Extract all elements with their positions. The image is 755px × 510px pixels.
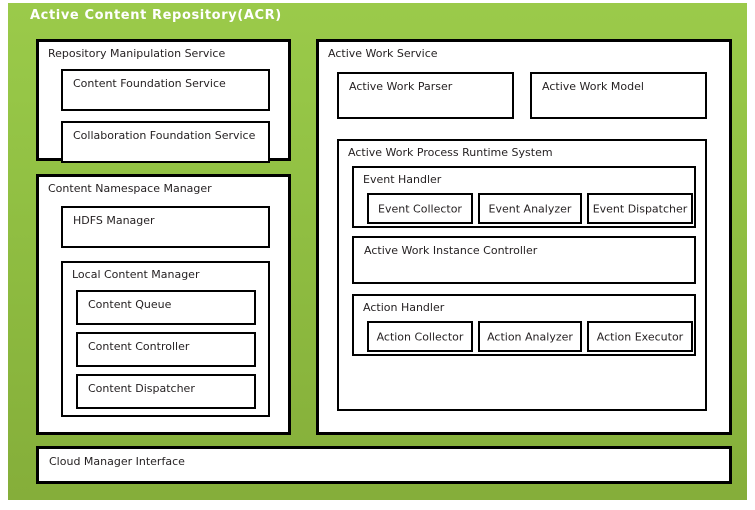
action-handler-box[interactable]: Action Handler Action Collector Action A… bbox=[352, 294, 696, 356]
content-queue-box[interactable]: Content Queue bbox=[76, 290, 256, 325]
page-title: Active Content Repository(ACR) bbox=[30, 8, 282, 23]
cloud-manager-interface-box[interactable]: Cloud Manager Interface bbox=[36, 446, 732, 484]
action-analyzer-box[interactable]: Action Analyzer bbox=[478, 321, 582, 352]
event-analyzer-box[interactable]: Event Analyzer bbox=[478, 193, 582, 224]
event-analyzer-label: Event Analyzer bbox=[488, 202, 572, 215]
hdfs-manager-label: HDFS Manager bbox=[73, 214, 155, 227]
active-work-service-box[interactable]: Active Work Service Active Work Parser A… bbox=[316, 39, 732, 435]
content-foundation-service-box[interactable]: Content Foundation Service bbox=[61, 69, 270, 111]
content-queue-label: Content Queue bbox=[88, 298, 172, 311]
local-content-manager-box[interactable]: Local Content Manager Content Queue Cont… bbox=[61, 261, 270, 417]
active-work-instance-controller-label: Active Work Instance Controller bbox=[364, 244, 538, 257]
repository-manipulation-service-box[interactable]: Repository Manipulation Service Content … bbox=[36, 39, 291, 163]
content-controller-box[interactable]: Content Controller bbox=[76, 332, 256, 367]
action-collector-label: Action Collector bbox=[376, 330, 464, 343]
event-dispatcher-box[interactable]: Event Dispatcher bbox=[587, 193, 693, 224]
content-namespace-manager-label: Content Namespace Manager bbox=[48, 182, 212, 195]
event-collector-box[interactable]: Event Collector bbox=[367, 193, 473, 224]
content-foundation-service-label: Content Foundation Service bbox=[73, 77, 226, 90]
cloud-manager-interface-label: Cloud Manager Interface bbox=[49, 455, 185, 468]
active-work-parser-box[interactable]: Active Work Parser bbox=[337, 72, 514, 119]
content-namespace-manager-box[interactable]: Content Namespace Manager HDFS Manager L… bbox=[36, 174, 291, 435]
event-collector-label: Event Collector bbox=[378, 202, 462, 215]
architecture-diagram: Active Content Repository(ACR) Repositor… bbox=[0, 0, 755, 510]
active-work-process-runtime-system-label: Active Work Process Runtime System bbox=[348, 146, 553, 159]
local-content-manager-label: Local Content Manager bbox=[72, 268, 200, 281]
action-executor-label: Action Executor bbox=[596, 330, 684, 343]
action-collector-box[interactable]: Action Collector bbox=[367, 321, 473, 352]
repository-manipulation-service-label: Repository Manipulation Service bbox=[48, 47, 226, 60]
event-handler-label: Event Handler bbox=[363, 173, 442, 186]
action-executor-box[interactable]: Action Executor bbox=[587, 321, 693, 352]
collaboration-foundation-service-box[interactable]: Collaboration Foundation Service bbox=[61, 121, 270, 163]
action-analyzer-label: Action Analyzer bbox=[487, 330, 573, 343]
acr-outer-panel: Active Content Repository(ACR) Repositor… bbox=[8, 3, 747, 500]
content-dispatcher-label: Content Dispatcher bbox=[88, 382, 195, 395]
active-work-parser-label: Active Work Parser bbox=[349, 80, 453, 93]
hdfs-manager-box[interactable]: HDFS Manager bbox=[61, 206, 270, 248]
collaboration-foundation-service-label: Collaboration Foundation Service bbox=[73, 129, 256, 142]
active-work-model-box[interactable]: Active Work Model bbox=[530, 72, 707, 119]
active-work-process-runtime-system-box[interactable]: Active Work Process Runtime System Event… bbox=[337, 139, 707, 411]
active-work-service-label: Active Work Service bbox=[328, 47, 438, 60]
content-controller-label: Content Controller bbox=[88, 340, 190, 353]
content-dispatcher-box[interactable]: Content Dispatcher bbox=[76, 374, 256, 409]
event-dispatcher-label: Event Dispatcher bbox=[592, 202, 688, 215]
active-work-model-label: Active Work Model bbox=[542, 80, 644, 93]
action-handler-label: Action Handler bbox=[363, 301, 445, 314]
event-handler-box[interactable]: Event Handler Event Collector Event Anal… bbox=[352, 166, 696, 228]
active-work-instance-controller-box[interactable]: Active Work Instance Controller bbox=[352, 236, 696, 284]
